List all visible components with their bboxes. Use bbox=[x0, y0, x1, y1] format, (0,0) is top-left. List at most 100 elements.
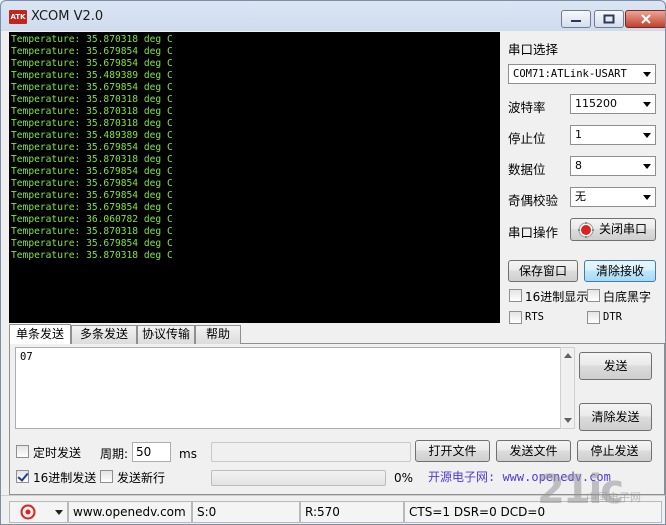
watermark-text: 中国电子网 bbox=[586, 491, 641, 504]
receive-line: Temperature: 35.679854 deg C bbox=[11, 142, 173, 153]
send-input[interactable]: 07 bbox=[15, 347, 575, 429]
close-icon bbox=[641, 14, 651, 24]
chevron-down-icon bbox=[643, 195, 651, 200]
port-select-label: 串口选择 bbox=[508, 42, 559, 57]
hex-send-checkbox[interactable] bbox=[16, 470, 29, 483]
tab-multi-send[interactable]: 多条发送 bbox=[71, 325, 137, 344]
save-window-button[interactable]: 保存窗口 bbox=[508, 260, 578, 282]
send-file-label: 发送文件 bbox=[509, 444, 558, 458]
minimize-icon bbox=[571, 20, 581, 22]
receive-line: Temperature: 35.679854 deg C bbox=[11, 190, 173, 201]
tab-protocol[interactable]: 协议传输 bbox=[137, 325, 195, 344]
tab-help[interactable]: 帮助 bbox=[195, 325, 241, 344]
receive-line: Temperature: 35.489389 deg C bbox=[11, 70, 173, 81]
parity-label: 奇偶校验 bbox=[508, 193, 559, 208]
status-sent-count: S:0 bbox=[192, 501, 300, 523]
port-select-value: COM71:ATLink-USART bbox=[513, 68, 627, 80]
timed-send-checkbox[interactable] bbox=[16, 445, 29, 458]
rts-label: RTS bbox=[525, 311, 544, 323]
app-window: ATK XCOM V2.0 Temperature: 35.870318 deg… bbox=[0, 0, 666, 525]
receive-line: Temperature: 36.060782 deg C bbox=[11, 214, 173, 225]
port-operation-label: 串口操作 bbox=[508, 225, 559, 240]
clear-receive-button[interactable]: 清除接收 bbox=[584, 260, 656, 282]
send-newline-label: 发送新行 bbox=[117, 471, 166, 485]
clear-send-label: 清除发送 bbox=[591, 410, 640, 424]
dtr-checkbox[interactable] bbox=[587, 311, 600, 324]
chevron-down-icon bbox=[643, 133, 651, 138]
receive-line: Temperature: 35.870318 deg C bbox=[11, 226, 173, 237]
hex-display-label: 16进制显示 bbox=[525, 290, 589, 304]
receive-line: Temperature: 35.489389 deg C bbox=[11, 130, 173, 141]
receive-line: Temperature: 35.870318 deg C bbox=[11, 250, 173, 261]
white-bg-checkbox[interactable] bbox=[587, 289, 600, 302]
chevron-down-icon bbox=[55, 510, 63, 515]
file-path-field bbox=[211, 442, 411, 462]
record-icon bbox=[578, 222, 594, 238]
close-port-label: 关闭串口 bbox=[599, 222, 648, 236]
app-logo-icon: ATK bbox=[9, 10, 27, 24]
window-title: XCOM V2.0 bbox=[31, 9, 104, 24]
stop-bits-label: 停止位 bbox=[508, 131, 546, 146]
dtr-label: DTR bbox=[603, 311, 622, 323]
stop-bits-select[interactable]: 1 bbox=[570, 125, 656, 145]
send-progress-bar bbox=[211, 470, 386, 486]
hex-send-label: 16进制发送 bbox=[33, 471, 97, 485]
receive-line: Temperature: 35.870318 deg C bbox=[11, 118, 173, 129]
receive-line: Temperature: 35.870318 deg C bbox=[11, 34, 173, 45]
chevron-down-icon bbox=[643, 72, 651, 77]
receive-line: Temperature: 35.679854 deg C bbox=[11, 166, 173, 177]
stop-send-button[interactable]: 停止发送 bbox=[577, 440, 652, 462]
scroll-up-icon bbox=[564, 353, 572, 358]
receive-line: Temperature: 35.679854 deg C bbox=[11, 58, 173, 69]
white-bg-label: 白底黑字 bbox=[603, 290, 652, 304]
send-newline-checkbox[interactable] bbox=[100, 470, 113, 483]
scroll-down-icon bbox=[564, 418, 572, 423]
data-bits-value: 8 bbox=[575, 159, 582, 172]
close-button[interactable] bbox=[625, 10, 665, 28]
clear-send-button[interactable]: 清除发送 bbox=[579, 403, 652, 431]
send-button[interactable]: 发送 bbox=[579, 352, 652, 380]
send-scrollbar[interactable] bbox=[560, 347, 575, 429]
receive-line: Temperature: 35.679854 deg C bbox=[11, 202, 173, 213]
receive-area[interactable]: Temperature: 35.870318 deg C Temperature:… bbox=[9, 32, 500, 323]
receive-line: Temperature: 35.679854 deg C bbox=[11, 46, 173, 57]
receive-line: Temperature: 35.679854 deg C bbox=[11, 82, 173, 93]
maximize-icon bbox=[603, 14, 615, 24]
data-bits-label: 数据位 bbox=[508, 162, 546, 177]
timed-send-label: 定时发送 bbox=[33, 446, 82, 460]
receive-line: Temperature: 35.870318 deg C bbox=[11, 106, 173, 117]
status-website[interactable]: www.openedv.com bbox=[68, 501, 192, 523]
tab-single-send[interactable]: 单条发送 bbox=[9, 324, 71, 344]
period-label: 周期: bbox=[100, 447, 129, 461]
rts-checkbox[interactable] bbox=[509, 311, 522, 324]
chevron-down-icon bbox=[643, 102, 651, 107]
port-select[interactable]: COM71:ATLink-USART bbox=[508, 64, 656, 84]
close-port-button[interactable]: 关闭串口 bbox=[570, 218, 656, 241]
hex-display-checkbox[interactable] bbox=[509, 289, 522, 302]
title-bar[interactable]: ATK XCOM V2.0 bbox=[1, 1, 665, 31]
parity-select[interactable]: 无 bbox=[570, 187, 656, 207]
receive-line: Temperature: 35.679854 deg C bbox=[11, 238, 173, 249]
stop-send-label: 停止发送 bbox=[590, 444, 639, 458]
save-window-label: 保存窗口 bbox=[518, 264, 567, 278]
status-received-count: R:570 bbox=[300, 501, 404, 523]
receive-line: Temperature: 35.679854 deg C bbox=[11, 178, 173, 189]
status-icon-field[interactable] bbox=[9, 501, 68, 523]
send-file-button[interactable]: 发送文件 bbox=[496, 440, 571, 462]
baud-rate-value: 115200 bbox=[575, 97, 617, 110]
receive-line: Temperature: 35.870318 deg C bbox=[11, 154, 173, 165]
data-bits-select[interactable]: 8 bbox=[570, 156, 656, 176]
parity-value: 无 bbox=[575, 190, 586, 203]
clear-receive-label: 清除接收 bbox=[595, 264, 644, 278]
minimize-button[interactable] bbox=[561, 10, 591, 28]
maximize-button[interactable] bbox=[594, 10, 624, 28]
record-icon bbox=[20, 504, 36, 520]
receive-line: Temperature: 35.870318 deg C bbox=[11, 94, 173, 105]
send-progress-percent: 0% bbox=[394, 471, 414, 485]
period-input[interactable]: 50 bbox=[132, 442, 171, 462]
baud-rate-select[interactable]: 115200 bbox=[570, 94, 656, 114]
send-label: 发送 bbox=[603, 359, 628, 373]
baud-rate-label: 波特率 bbox=[508, 100, 546, 115]
stop-bits-value: 1 bbox=[575, 128, 582, 141]
open-file-button[interactable]: 打开文件 bbox=[415, 440, 490, 462]
